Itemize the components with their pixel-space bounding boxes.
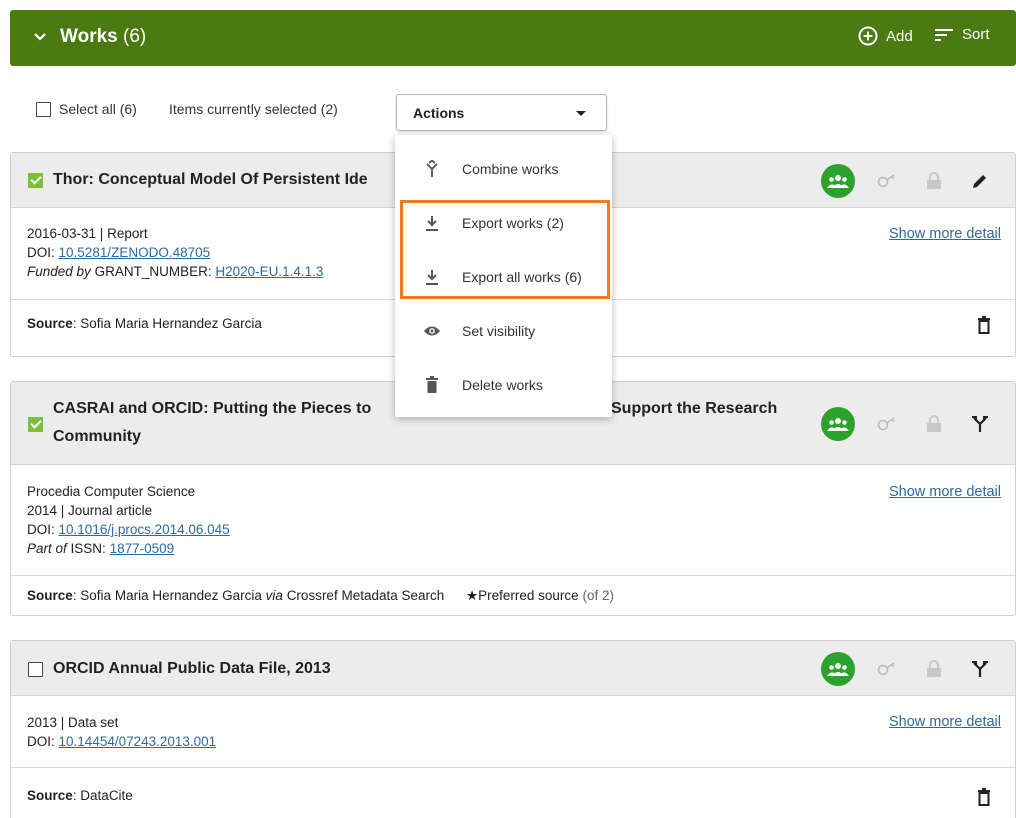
section-title: Works (6) (60, 26, 146, 48)
trash-icon[interactable] (977, 316, 991, 334)
grant-link[interactable]: H2020-EU.1.4.1.3 (215, 264, 323, 279)
actions-dropdown[interactable]: Actions (396, 94, 607, 131)
merge-icon[interactable] (967, 656, 993, 682)
work-journal: Procedia Computer Science (27, 484, 196, 499)
doi-link[interactable]: 10.14454/07243.2013.001 (59, 734, 217, 749)
work-date-type: 2013 | Data set (27, 715, 119, 730)
work-visibility-controls (821, 652, 993, 686)
work-title-line1b: Support the Research (611, 400, 778, 417)
work-title[interactable]: Thor: Conceptual Model Of Persistent Ide (53, 166, 368, 194)
key-icon[interactable] (875, 656, 901, 682)
issn-link[interactable]: 1877-0509 (110, 541, 175, 556)
work-card-footer: Source: DataCite (11, 768, 1015, 818)
work-title-line1: CASRAI and ORCID: Putting the Pieces to (53, 400, 372, 417)
part-of-label: Part of (27, 541, 67, 556)
visibility-everyone-icon[interactable] (821, 652, 855, 686)
doi-link[interactable]: 10.1016/j.procs.2014.06.045 (59, 522, 230, 537)
caret-down-icon (576, 111, 586, 116)
work-date-type: 2016-03-31 | Report (27, 226, 148, 241)
work-card-body: Procedia Computer Science 2014 | Journal… (11, 465, 1015, 576)
grant-label: GRANT_NUMBER: (94, 264, 212, 279)
export-highlight-box (400, 200, 610, 299)
funded-by-label: Funded by (27, 264, 91, 279)
source-label: Source (27, 588, 73, 603)
visibility-everyone-icon[interactable] (821, 164, 855, 198)
lock-icon[interactable] (921, 656, 947, 682)
preferred-label: Preferred source (478, 588, 579, 603)
show-more-detail-link[interactable]: Show more detail (889, 713, 1001, 732)
doi-link[interactable]: 10.5281/ZENODO.48705 (59, 245, 211, 260)
trash-icon (423, 376, 441, 394)
sort-label: Sort (962, 26, 990, 43)
preferred-count: (of 2) (582, 588, 614, 603)
work-date-type: 2014 | Journal article (27, 503, 153, 518)
lock-icon[interactable] (921, 168, 947, 194)
doi-label: DOI: (27, 522, 55, 537)
combine-icon (423, 160, 441, 178)
bulk-toolbar: Select all (6) Items currently selected … (0, 90, 1016, 131)
sort-icon (935, 28, 953, 41)
sort-button[interactable]: Sort (934, 26, 990, 43)
work-checkbox[interactable] (28, 662, 43, 677)
source-value: Sofia Maria Hernandez Garcia (80, 316, 262, 331)
doi-label: DOI: (27, 734, 55, 749)
menu-item-combine-works[interactable]: Combine works (395, 147, 612, 191)
doi-label: DOI: (27, 245, 55, 260)
work-card-header: ORCID Annual Public Data File, 2013 (11, 641, 1015, 696)
menu-item-label: Set visibility (462, 323, 536, 339)
work-checkbox[interactable] (28, 173, 43, 188)
eye-icon (423, 322, 441, 340)
source-label: Source (27, 316, 73, 331)
via-source: Crossref Metadata Search (286, 588, 445, 603)
work-title[interactable]: ORCID Annual Public Data File, 2013 (53, 655, 331, 683)
trash-icon[interactable] (977, 788, 991, 806)
works-section-header: Works (6) Add Sort (10, 10, 1016, 66)
chevron-down-icon[interactable] (32, 29, 48, 45)
work-card-footer: Source: Sofia Maria Hernandez Garcia via… (27, 588, 614, 603)
plus-circle-icon (858, 26, 878, 46)
source-value: Sofia Maria Hernandez Garcia (80, 588, 262, 603)
work-visibility-controls (821, 407, 993, 441)
star-icon: ★ (466, 588, 479, 603)
actions-label: Actions (413, 105, 465, 121)
section-title-label: Works (60, 26, 118, 47)
work-card: ORCID Annual Public Data File, 2013 2013… (10, 640, 1016, 818)
pencil-icon[interactable] (967, 168, 993, 194)
merge-icon[interactable] (967, 411, 993, 437)
work-card-body: 2013 | Data set DOI: 10.14454/07243.2013… (11, 696, 1015, 768)
issn-label: ISSN: (70, 541, 106, 556)
add-label: Add (886, 27, 913, 45)
preferred-source: ★Preferred source (of 2) (466, 588, 614, 603)
via-label: via (265, 588, 283, 603)
key-icon[interactable] (875, 411, 901, 437)
section-count: (6) (123, 26, 147, 47)
work-title-line2: Community (53, 428, 141, 445)
select-all-control[interactable]: Select all (6) (36, 101, 137, 117)
source-label: Source (27, 788, 73, 803)
visibility-everyone-icon[interactable] (821, 407, 855, 441)
show-more-detail-link[interactable]: Show more detail (889, 225, 1001, 244)
menu-item-delete-works[interactable]: Delete works (395, 363, 612, 407)
show-more-detail-link[interactable]: Show more detail (889, 483, 1001, 502)
add-button[interactable]: Add (858, 26, 913, 46)
work-checkbox[interactable] (28, 417, 43, 432)
source-value: DataCite (80, 788, 133, 803)
selected-count-text: Items currently selected (2) (169, 101, 338, 117)
menu-item-label: Delete works (462, 377, 543, 393)
lock-icon[interactable] (921, 411, 947, 437)
work-visibility-controls (821, 164, 993, 198)
select-all-label: Select all (6) (59, 101, 137, 117)
menu-item-label: Combine works (462, 161, 559, 177)
key-icon[interactable] (875, 168, 901, 194)
select-all-checkbox[interactable] (36, 101, 51, 117)
menu-item-set-visibility[interactable]: Set visibility (395, 309, 612, 353)
